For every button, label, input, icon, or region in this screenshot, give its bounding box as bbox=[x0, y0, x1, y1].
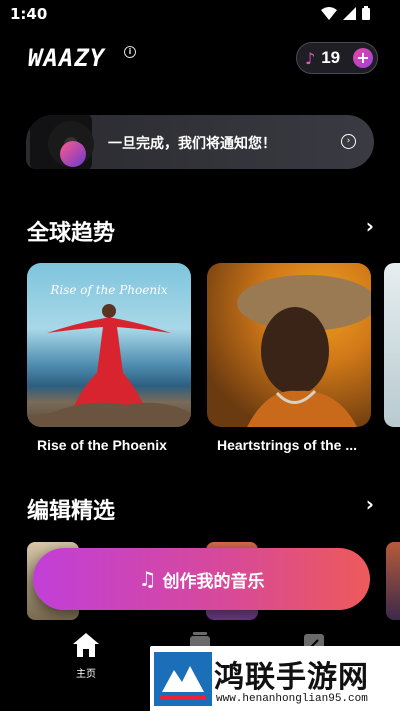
status-time: 1:40 bbox=[10, 5, 48, 23]
section-title-editors: 编辑精选 bbox=[27, 499, 116, 524]
music-note-icon: ♫ bbox=[138, 567, 157, 591]
trending-cards: Rise of the Phoenix Rise of the Phoenix … bbox=[27, 263, 371, 453]
signal-icon bbox=[343, 6, 356, 20]
info-icon[interactable]: i bbox=[124, 46, 136, 58]
watermark-logo bbox=[154, 652, 212, 706]
portrait-figure bbox=[237, 275, 371, 427]
song-card-partial[interactable] bbox=[384, 263, 400, 427]
credits-count: 19 bbox=[321, 48, 341, 67]
watermark: 鸿联手游网 www.henanhonglian95.com bbox=[150, 646, 400, 711]
app-header: WAAZY i ♪ 19 + bbox=[0, 40, 400, 80]
song-title: Heartstrings of the ... bbox=[217, 437, 358, 453]
watermark-title: 鸿联手游网 bbox=[214, 660, 369, 695]
song-cover: Rise of the Phoenix bbox=[27, 263, 191, 427]
chevron-right-icon[interactable]: › bbox=[366, 214, 374, 238]
singer-figure bbox=[27, 304, 191, 427]
create-music-label: 创作我的音乐 bbox=[162, 571, 265, 592]
banner-text: 一旦完成，我们将通知您！ bbox=[108, 136, 276, 152]
nav-home[interactable]: 主页 bbox=[56, 632, 116, 680]
section-title-trending: 全球趋势 bbox=[27, 221, 116, 246]
editor-pick-thumb[interactable] bbox=[386, 542, 400, 620]
song-cover bbox=[207, 263, 371, 427]
add-credits-button[interactable]: + bbox=[353, 48, 373, 68]
create-music-button[interactable]: ♫ 创作我的音乐 bbox=[33, 548, 370, 610]
song-card[interactable]: Rise of the Phoenix Rise of the Phoenix bbox=[27, 263, 191, 453]
music-note-icon: ♪ bbox=[305, 48, 316, 68]
chevron-right-circle-icon[interactable]: › bbox=[341, 134, 356, 149]
song-card[interactable]: Heartstrings of the ... bbox=[207, 263, 371, 453]
nav-home-label: 主页 bbox=[76, 669, 96, 680]
watermark-url: www.henanhonglian95.com bbox=[216, 693, 368, 705]
home-icon bbox=[73, 633, 99, 657]
credits-pill[interactable]: ♪ 19 + bbox=[296, 42, 378, 74]
app-logo: WAAZY bbox=[28, 44, 106, 72]
battery-icon bbox=[362, 6, 370, 20]
vinyl-thumbnail bbox=[30, 115, 94, 169]
album-cover-icon bbox=[60, 141, 86, 167]
wifi-icon bbox=[321, 6, 337, 20]
status-bar: 1:40 bbox=[0, 0, 400, 28]
status-icons bbox=[321, 6, 370, 20]
notification-banner[interactable]: 一旦完成，我们将通知您！ › bbox=[26, 115, 374, 169]
chevron-right-icon[interactable]: › bbox=[366, 492, 374, 516]
song-title: Rise of the Phoenix bbox=[37, 437, 167, 453]
